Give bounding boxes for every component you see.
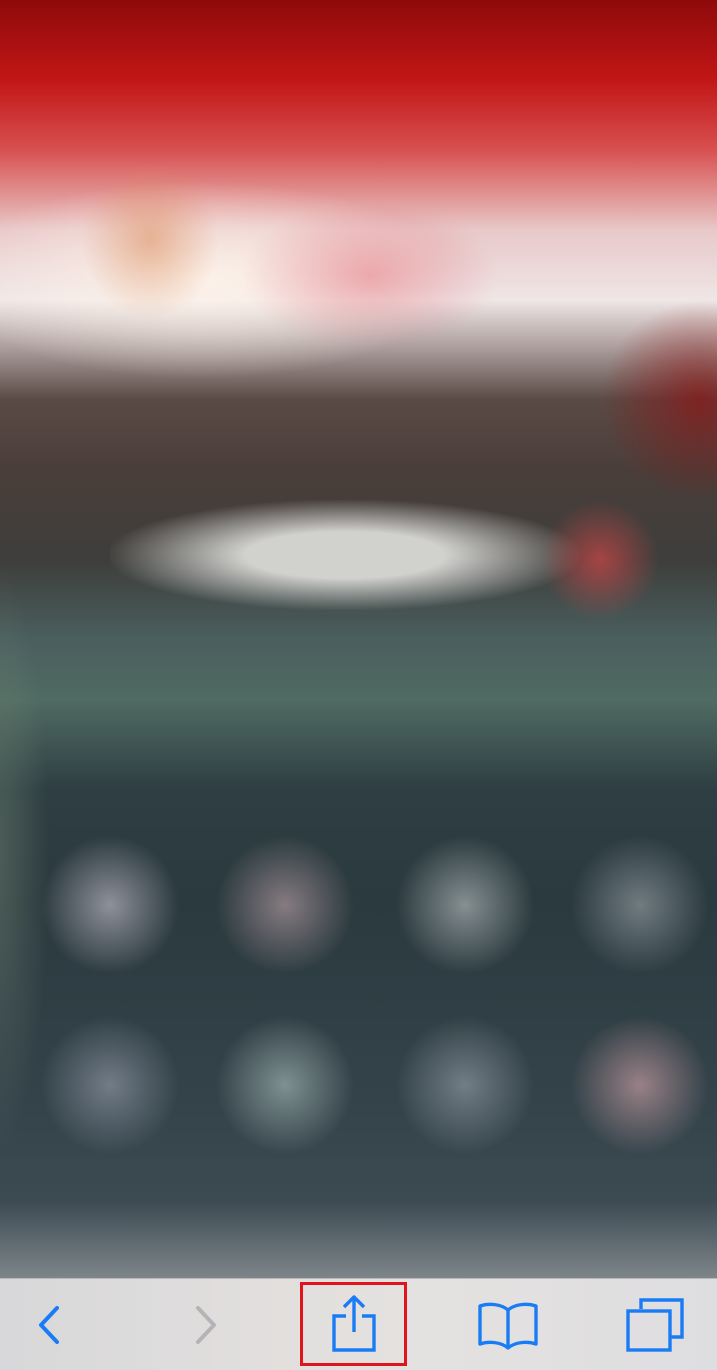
blurred-app-tile xyxy=(565,1010,715,1160)
forward-button[interactable] xyxy=(165,1279,245,1370)
blurred-shape xyxy=(600,300,717,500)
browser-toolbar xyxy=(0,1278,717,1370)
browser-screen xyxy=(0,0,717,1370)
share-button[interactable] xyxy=(300,1282,407,1366)
blurred-app-tile xyxy=(565,830,715,980)
blurred-app-tile xyxy=(390,830,540,980)
blurred-app-tile xyxy=(210,830,360,980)
blurred-web-page[interactable] xyxy=(0,0,717,1278)
blurred-search-button xyxy=(540,500,660,620)
blurred-app-tile xyxy=(390,1010,540,1160)
chevron-left-icon xyxy=(39,1306,59,1344)
tabs-icon xyxy=(626,1298,684,1352)
bookmarks-button[interactable] xyxy=(465,1279,550,1370)
blurred-shape xyxy=(80,160,220,320)
back-button[interactable] xyxy=(10,1279,90,1370)
blurred-search-bar xyxy=(110,500,580,610)
blurred-app-tile xyxy=(210,1010,360,1160)
blurred-app-tile xyxy=(35,830,185,980)
share-icon xyxy=(331,1295,376,1352)
blurred-shape xyxy=(240,200,500,350)
book-icon xyxy=(477,1302,538,1350)
tabs-button[interactable] xyxy=(615,1279,695,1370)
chevron-right-icon xyxy=(196,1306,216,1344)
blurred-app-tile xyxy=(35,1010,185,1160)
